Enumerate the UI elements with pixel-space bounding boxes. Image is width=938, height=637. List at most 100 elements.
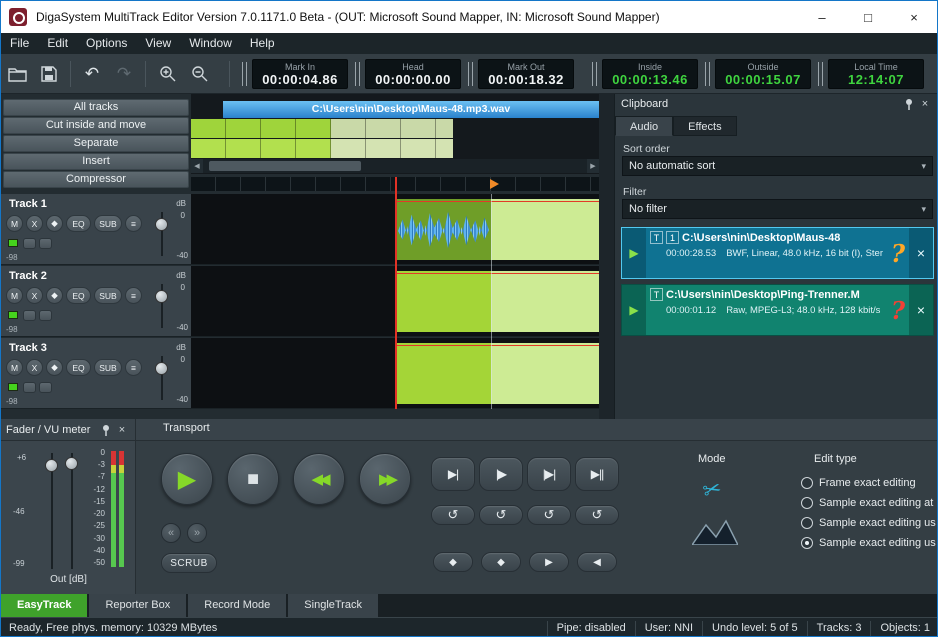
tab-easytrack[interactable]: EasyTrack [1, 594, 87, 617]
scissors-mode-icon[interactable]: ✂ [700, 475, 725, 505]
pin-icon[interactable] [98, 423, 114, 437]
minimize-button[interactable]: – [799, 1, 845, 33]
audio-object-body[interactable] [396, 343, 491, 404]
track-solo-button[interactable]: X [26, 287, 43, 304]
scrub-button[interactable]: SCRUB [161, 553, 217, 573]
output-fader-knob[interactable] [45, 459, 58, 472]
audio-object[interactable] [396, 343, 599, 404]
playhead-line[interactable] [491, 194, 492, 409]
radio-icon[interactable] [801, 477, 813, 489]
track-mute-button[interactable]: M [6, 287, 23, 304]
track-eq-button[interactable]: EQ [66, 359, 91, 376]
step-back-button[interactable]: ◀ [577, 552, 617, 572]
track-toggle-button[interactable] [23, 310, 36, 321]
track-toggle-button[interactable] [39, 310, 52, 321]
fast-forward-button[interactable]: ▶▶ [359, 453, 411, 505]
step-forward-button[interactable]: ▶ [529, 552, 569, 572]
edit-type-option[interactable]: Frame exact editing [801, 477, 916, 489]
audio-object-selected[interactable] [491, 343, 599, 404]
play-to-cursor-button[interactable]: ▶| [431, 457, 475, 491]
audio-object-body[interactable] [396, 271, 491, 332]
toolbar-grip[interactable] [468, 62, 473, 86]
menu-file[interactable]: File [1, 33, 38, 54]
tab-record-mode[interactable]: Record Mode [188, 594, 286, 617]
entry-play-button[interactable]: ▶ [622, 285, 646, 335]
fader-panel-close-icon[interactable]: × [114, 423, 130, 437]
sort-order-select[interactable]: No automatic sort ▾ [622, 156, 933, 176]
radio-icon[interactable] [801, 517, 813, 529]
tab-audio[interactable]: Audio [615, 116, 673, 136]
entry-close-button[interactable]: × [909, 285, 933, 335]
menu-window[interactable]: Window [180, 33, 241, 54]
redo-button[interactable]: ↷ [110, 60, 138, 88]
next-object-button[interactable]: » [187, 523, 207, 543]
nudge-mark-in-button[interactable]: ◆ [433, 552, 473, 572]
edit-type-option[interactable]: Sample exact editing at [801, 497, 933, 509]
clipboard-entry[interactable]: ▶ T 1 C:\Users\nin\Desktop\Maus-48 00:00… [621, 227, 934, 279]
filter-select[interactable]: No filter ▾ [622, 199, 933, 219]
panel-splitter[interactable] [599, 94, 614, 419]
overview-scrollbar[interactable]: ◀ ▶ [191, 159, 599, 173]
track-toggle-button[interactable] [39, 382, 52, 393]
radio-selected-icon[interactable] [801, 537, 813, 549]
edit-cursor-line[interactable] [395, 177, 397, 409]
track-fader-knob[interactable] [155, 362, 168, 375]
rewind-button[interactable]: ◀◀ [293, 453, 345, 505]
zoom-out-button[interactable] [185, 60, 213, 88]
output-fader-knob[interactable] [65, 457, 78, 470]
track-sub-button[interactable]: SUB [94, 359, 122, 376]
stop-button[interactable]: ■ [227, 453, 279, 505]
toolbar-grip[interactable] [818, 62, 823, 86]
close-button[interactable]: × [891, 1, 937, 33]
scrollbar-thumb[interactable] [209, 161, 361, 171]
play-selection-button[interactable]: |▶| [527, 457, 571, 491]
track-toggle-button[interactable] [23, 238, 36, 249]
volume-envelope-line[interactable] [396, 273, 599, 274]
scroll-right-icon[interactable]: ▶ [587, 159, 599, 173]
save-button[interactable] [35, 60, 63, 88]
entry-close-button[interactable]: × [909, 228, 933, 278]
compressor-button[interactable]: Compressor [3, 171, 189, 188]
loop-selection-button[interactable]: ↺ [527, 505, 571, 525]
audio-object-selected[interactable] [491, 199, 599, 260]
track-eq-button[interactable]: EQ [66, 215, 91, 232]
toolbar-grip[interactable] [705, 62, 710, 86]
menu-edit[interactable]: Edit [38, 33, 77, 54]
toolbar-grip[interactable] [592, 62, 597, 86]
track-eq-button[interactable]: EQ [66, 287, 91, 304]
previous-object-button[interactable]: « [161, 523, 181, 543]
track-fader-knob[interactable] [155, 218, 168, 231]
track-solo-button[interactable]: X [26, 215, 43, 232]
zoom-in-button[interactable] [153, 60, 181, 88]
audio-object[interactable] [396, 271, 599, 332]
audio-object-selected[interactable] [491, 271, 599, 332]
play-over-cut-button[interactable]: ▶|| [575, 457, 619, 491]
track-effects-button[interactable]: ◆ [46, 287, 63, 304]
edit-type-option[interactable]: Sample exact editing us [801, 517, 936, 529]
loop-to-cursor-button[interactable]: ↺ [431, 505, 475, 525]
maximize-button[interactable]: □ [845, 1, 891, 33]
track-sub-button[interactable]: SUB [94, 215, 122, 232]
toolbar-grip[interactable] [242, 62, 247, 86]
track-effects-button[interactable]: ◆ [46, 359, 63, 376]
nudge-mark-out-button[interactable]: ◆ [481, 552, 521, 572]
volume-envelope-line[interactable] [396, 201, 599, 202]
track-mute-button[interactable]: M [6, 215, 23, 232]
menu-view[interactable]: View [136, 33, 180, 54]
insert-button[interactable]: Insert [3, 153, 189, 170]
edit-type-option[interactable]: Sample exact editing us [801, 537, 936, 549]
track-solo-button[interactable]: X [26, 359, 43, 376]
overview-file-titlebar[interactable]: C:\Users\nin\Desktop\Maus-48.mp3.wav [223, 101, 599, 118]
loop-from-cursor-button[interactable]: ↺ [479, 505, 523, 525]
track-menu-button[interactable]: ≡ [125, 287, 142, 304]
output-fader-track[interactable] [71, 453, 73, 569]
audio-object[interactable] [396, 199, 599, 260]
pin-icon[interactable] [901, 97, 917, 111]
loop-over-cut-button[interactable]: ↺ [575, 505, 619, 525]
scrollbar-track[interactable] [203, 159, 587, 173]
tab-singletrack[interactable]: SingleTrack [288, 594, 378, 617]
scroll-left-icon[interactable]: ◀ [191, 159, 203, 173]
entry-play-button[interactable]: ▶ [622, 228, 646, 278]
track-mute-button[interactable]: M [6, 359, 23, 376]
tab-reporter-box[interactable]: Reporter Box [89, 594, 186, 617]
